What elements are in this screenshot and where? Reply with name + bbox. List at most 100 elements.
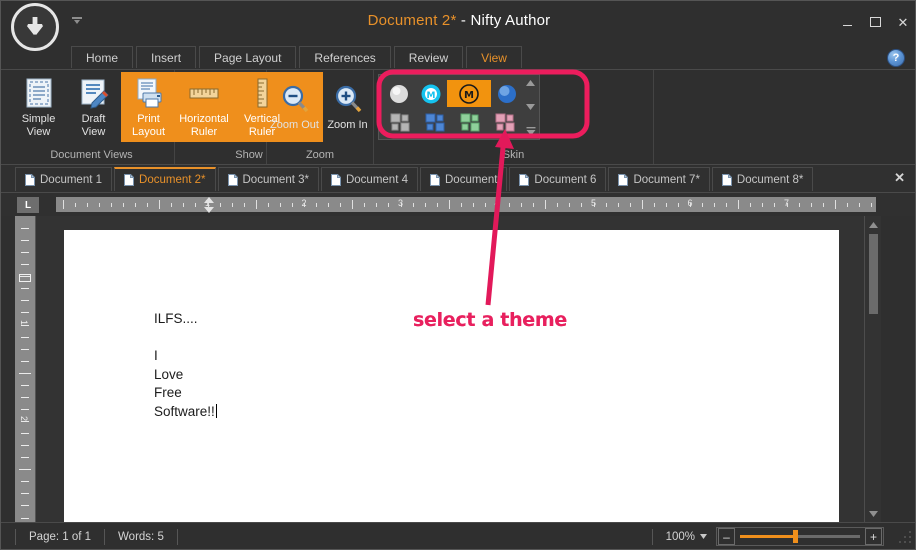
document-canvas[interactable]: ILFS.... ILoveFreeSoftware!! <box>35 216 881 523</box>
document-tab-label: Document 3* <box>243 174 309 186</box>
document-line-text: Software!! <box>154 404 215 419</box>
ruler-tick <box>738 200 739 209</box>
minimize-button[interactable] <box>839 14 855 30</box>
skin-gallery-grid: M M <box>383 79 523 137</box>
document-tab-8[interactable]: Document 8* <box>712 167 813 191</box>
zoom-percent-value: 100% <box>666 531 695 543</box>
close-document-tab-button[interactable]: ✕ <box>894 170 905 186</box>
page-status[interactable]: Page: 1 of 1 <box>15 529 105 545</box>
skin-gallery[interactable]: M M <box>378 74 540 140</box>
draft-view-icon <box>77 76 111 110</box>
document-tab-label: Document 6 <box>534 174 596 186</box>
svg-text:M: M <box>464 90 474 101</box>
theme-orange-m[interactable]: M <box>447 80 491 107</box>
ruler-tick <box>509 203 510 207</box>
document-tab-4[interactable]: Document 4 <box>321 167 418 191</box>
ribbon-tab-insert[interactable]: Insert <box>136 46 196 68</box>
ruler-tick <box>159 200 160 209</box>
vertical-ruler-tick <box>21 349 29 350</box>
ruler-tick <box>702 203 703 207</box>
status-bar: Page: 1 of 1 Words: 5 100% – + <box>1 522 916 549</box>
scroll-up-button[interactable] <box>865 217 882 233</box>
word-count-status[interactable]: Words: 5 <box>105 529 178 545</box>
ruler-tick <box>545 200 546 209</box>
print-layout-button[interactable]: Print Layout <box>121 72 176 142</box>
ruler-tick <box>195 203 196 207</box>
ruler-tick <box>340 203 341 207</box>
zoom-percent-dropdown[interactable]: 100% <box>652 529 707 545</box>
gallery-scroll-up-button[interactable] <box>525 79 536 87</box>
zoom-slider-knob[interactable] <box>793 530 798 543</box>
skin-gallery-scrollbar[interactable] <box>522 75 539 139</box>
vertical-ruler-tick <box>21 385 29 386</box>
theme-cyan-m-orb[interactable]: M <box>415 80 447 108</box>
ruler-number: 7 <box>784 198 789 208</box>
print-layout-label-1: Print <box>137 113 160 126</box>
vertical-margin-marker[interactable] <box>19 274 31 282</box>
zoom-slider-track[interactable] <box>736 528 864 545</box>
document-tab-bar: Document 1Document 2* Document 3* Document… <box>1 164 916 192</box>
document-line-text: ILFS.... <box>154 311 198 326</box>
document-line-1: ILFS.... <box>154 310 217 329</box>
quick-access-toolbar-dropdown[interactable] <box>69 15 85 27</box>
ruler-track[interactable]: 1234567 <box>56 197 876 212</box>
simple-view-button[interactable]: Simple View <box>11 72 66 142</box>
gallery-expand-button[interactable] <box>525 127 536 135</box>
zoom-increase-button[interactable]: + <box>865 528 882 545</box>
theme-pink-tiles[interactable] <box>488 109 523 137</box>
triangle-down-bar-icon <box>526 127 536 136</box>
theme-green-tiles[interactable] <box>453 109 488 137</box>
theme-gray-tiles[interactable] <box>383 109 418 137</box>
ribbon-tab-review[interactable]: Review <box>394 46 463 68</box>
vertical-ruler-tick <box>21 445 29 446</box>
ruler-tick <box>425 203 426 207</box>
ruler-tick <box>135 203 136 207</box>
vertical-ruler-tick <box>21 312 29 313</box>
orange-m-icon: M <box>458 83 480 105</box>
triangle-up-icon <box>526 80 535 86</box>
horizontal-ruler[interactable]: L 1234567 <box>1 192 916 216</box>
zoom-slider-control[interactable]: – + <box>716 527 884 546</box>
theme-blue-orb[interactable] <box>491 80 523 108</box>
document-tab-6[interactable]: Document 6 <box>509 167 606 191</box>
horizontal-ruler-button[interactable]: Horizontal Ruler <box>175 72 233 142</box>
triangle-up-icon <box>869 222 878 228</box>
app-menu-button[interactable] <box>11 3 59 51</box>
scrollbar-thumb[interactable] <box>869 234 878 314</box>
zoom-out-button[interactable]: Zoom Out <box>268 78 321 148</box>
vertical-ruler[interactable]: 12 <box>15 216 35 523</box>
ribbon-tab-home[interactable]: Home <box>71 46 133 68</box>
chevron-down-icon <box>70 16 84 26</box>
ribbon-tab-page-layout[interactable]: Page Layout <box>199 46 296 68</box>
maximize-button[interactable] <box>867 14 883 30</box>
zoom-decrease-button[interactable]: – <box>718 528 735 545</box>
document-text[interactable]: ILFS.... ILoveFreeSoftware!! <box>154 310 217 421</box>
document-tab-7[interactable]: Document 7* <box>608 167 709 191</box>
theme-blue-tiles[interactable] <box>418 109 453 137</box>
ruler-tick <box>847 203 848 207</box>
document-line-3: I <box>154 347 217 366</box>
resize-grip[interactable] <box>899 531 913 545</box>
ribbon-tab-references[interactable]: References <box>299 46 390 68</box>
zoom-in-button[interactable]: Zoom In <box>321 78 374 148</box>
ruler-tick <box>364 203 365 207</box>
document-tab-2[interactable]: Document 2* <box>114 167 215 191</box>
ribbon-tab-view[interactable]: View <box>466 46 522 68</box>
document-page[interactable]: ILFS.... ILoveFreeSoftware!! <box>64 230 839 537</box>
document-line-2 <box>154 329 217 348</box>
ruler-number: 5 <box>591 198 596 208</box>
page-icon <box>25 174 35 186</box>
gallery-scroll-down-button[interactable] <box>525 103 536 111</box>
vertical-ruler-number: 2 <box>19 416 28 421</box>
tab-stop-selector[interactable]: L <box>17 197 39 213</box>
draft-view-button[interactable]: Draft View <box>66 72 121 142</box>
document-tab-5[interactable]: Document <box>420 167 507 191</box>
help-button[interactable]: ? <box>887 49 905 67</box>
scroll-down-button[interactable] <box>865 506 882 522</box>
horizontal-ruler-label-2: Ruler <box>191 126 217 139</box>
document-tab-1[interactable]: Document 1 <box>15 167 112 191</box>
close-button[interactable]: ✕ <box>895 14 911 30</box>
document-tab-3[interactable]: Document 3* <box>218 167 319 191</box>
theme-silver-orb[interactable] <box>383 80 415 108</box>
vertical-scrollbar[interactable] <box>864 216 881 523</box>
